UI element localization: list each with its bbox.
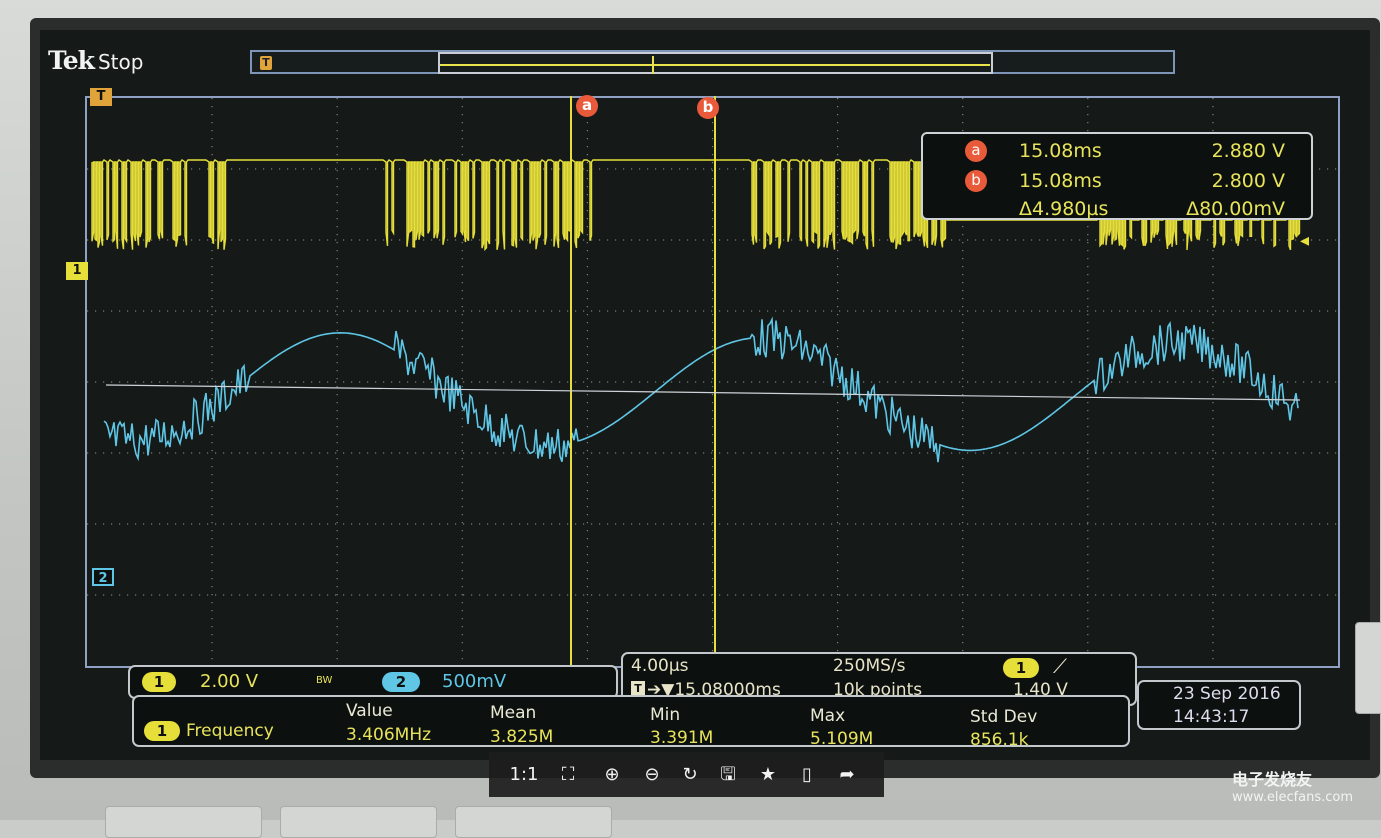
cursor-readout: a 15.08ms 2.880 V b 15.08ms 2.800 V Δ4.9… [921, 132, 1313, 220]
trigger-source-badge[interactable]: 1 [1003, 658, 1039, 678]
cursor-a-marker[interactable]: a [576, 95, 598, 117]
ch2-badge[interactable]: 2 [382, 672, 420, 692]
trigger-level-arrow-icon: ◂ [1300, 230, 1310, 251]
measurement-header-min: Min [650, 705, 681, 725]
bezel-button-2[interactable] [280, 806, 437, 838]
fit-screen-icon[interactable]: ⛶ [553, 760, 583, 790]
sample-rate: 250MS/s [833, 656, 906, 676]
measurement-value: 3.406MHz [346, 725, 432, 745]
bezel-button-3[interactable] [455, 806, 612, 838]
ch1-scale[interactable]: 2.00 V [200, 671, 258, 692]
side-bezel-button[interactable] [1355, 622, 1381, 714]
ch2-scale[interactable]: 500mV [442, 671, 506, 692]
measurement-min: 3.391M [650, 728, 714, 748]
ch1-ground-marker[interactable]: 1 [66, 262, 88, 280]
ch2-ground-marker[interactable]: 2 [92, 568, 114, 586]
image-viewer-toolbar: 1:1 ⛶ ⊕ ⊖ ↻ 🖫 ★ ▯ ➦ [489, 752, 884, 797]
measurement-panel[interactable]: 1 Frequency Value Mean Min Max Std Dev 3… [132, 695, 1130, 750]
date-time-panel: 23 Sep 2016 14:43:17 [1137, 680, 1301, 730]
cursor-a-value: 2.880 V [1211, 140, 1285, 162]
cursor-b-time: 15.08ms [1019, 170, 1102, 192]
measurement-header-stddev: Std Dev [970, 707, 1038, 727]
cursor-a-time: 15.08ms [1019, 140, 1102, 162]
save-icon[interactable]: 🖫 [713, 760, 743, 790]
measurement-name[interactable]: Frequency [186, 721, 274, 741]
measurement-mean: 3.825M [490, 727, 554, 747]
trigger-position-icon: T [90, 88, 112, 106]
horizontal-scale[interactable]: 4.00µs [631, 656, 689, 676]
ch2-ground-line [105, 384, 1301, 401]
watermark-logo-text: 电子发烧友 [1232, 770, 1313, 789]
ch1-badge[interactable]: 1 [142, 672, 176, 692]
cursor-b-badge: b [965, 170, 987, 192]
cursor-delta-value: Δ80.00mV [1186, 198, 1285, 220]
cursor-b-marker[interactable]: b [697, 97, 719, 119]
rotate-icon[interactable]: ↻ [675, 760, 705, 790]
zoom-in-icon[interactable]: ⊕ [597, 760, 627, 790]
ch2-waveform [103, 316, 1299, 463]
date-display: 23 Sep 2016 [1173, 684, 1281, 704]
cursor-row-a: a 15.08ms 2.880 V [923, 136, 1315, 164]
channel-scale-panel[interactable]: 1 2.00 V BW 2 500mV [128, 665, 618, 699]
cursor-a-badge: a [965, 140, 987, 162]
measurement-max: 5.109M [810, 729, 874, 749]
measurement-header-max: Max [810, 706, 846, 726]
cursor-row-delta: Δ4.980µs Δ80.00mV [923, 194, 1315, 222]
favorite-icon[interactable]: ★ [753, 760, 783, 790]
actual-size-button[interactable]: 1:1 [507, 760, 541, 790]
bezel-button-1[interactable] [105, 806, 262, 838]
watermark: 电子发烧友 www.elecfans.com [1232, 766, 1353, 805]
time-display: 14:43:17 [1173, 707, 1250, 727]
share-icon[interactable]: ➦ [832, 760, 862, 790]
zoom-out-icon[interactable]: ⊖ [637, 760, 667, 790]
bandwidth-limit-icon: BW [316, 675, 333, 686]
measurement-channel-badge: 1 [144, 721, 180, 741]
cursor-b-value: 2.800 V [1211, 170, 1285, 192]
measurement-header-mean: Mean [490, 703, 537, 723]
phone-icon[interactable]: ▯ [792, 760, 822, 790]
measurement-header-value: Value [346, 701, 393, 721]
rising-edge-icon: ⟋ [1053, 654, 1067, 678]
cursor-row-b: b 15.08ms 2.800 V [923, 166, 1315, 194]
watermark-url: www.elecfans.com [1232, 790, 1354, 805]
measurement-stddev: 856.1k [970, 730, 1029, 750]
cursor-delta-time: Δ4.980µs [1019, 198, 1109, 220]
